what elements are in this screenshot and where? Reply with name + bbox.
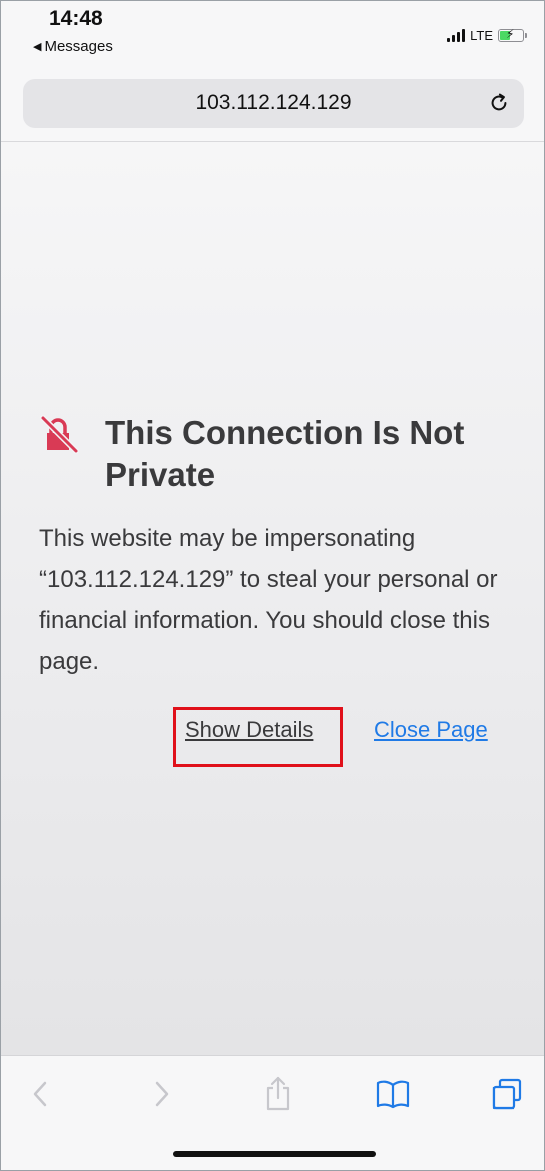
back-app-label: Messages [44, 38, 113, 55]
back-to-app-button[interactable]: ◀ Messages [33, 38, 113, 55]
page-title: This Connection Is Not Private [105, 414, 465, 493]
back-triangle-icon: ◀ [33, 41, 42, 53]
share-icon[interactable] [256, 1072, 300, 1116]
bottom-toolbar [1, 1055, 544, 1170]
book-icon[interactable] [371, 1072, 415, 1116]
battery-icon: ⚡ [498, 27, 527, 42]
chevron-left-icon[interactable] [19, 1072, 63, 1116]
safari-screen: 14:48 ◀ Messages LTE ⚡ 103.112.124.129 T… [0, 0, 545, 1171]
highlight-box [173, 707, 343, 767]
reload-icon[interactable] [484, 88, 514, 118]
close-page-link[interactable]: Close Page [374, 717, 488, 743]
status-time: 14:48 [49, 7, 103, 30]
signal-icon [447, 29, 466, 42]
home-indicator[interactable] [173, 1151, 376, 1157]
url-text: 103.112.124.129 [195, 91, 352, 114]
chevron-right-icon[interactable] [139, 1072, 183, 1116]
status-indicators: LTE ⚡ [447, 27, 527, 43]
unlocked-warning-icon [39, 414, 79, 454]
top-chrome: 14:48 ◀ Messages LTE ⚡ 103.112.124.129 [1, 1, 544, 142]
address-bar[interactable]: 103.112.124.129 [23, 79, 524, 128]
warning-message: This website may be impersonating “103.1… [39, 525, 498, 675]
network-label: LTE [470, 28, 493, 43]
tabs-icon[interactable] [485, 1072, 529, 1116]
page-content: This Connection Is Not Private This webs… [1, 142, 544, 1055]
